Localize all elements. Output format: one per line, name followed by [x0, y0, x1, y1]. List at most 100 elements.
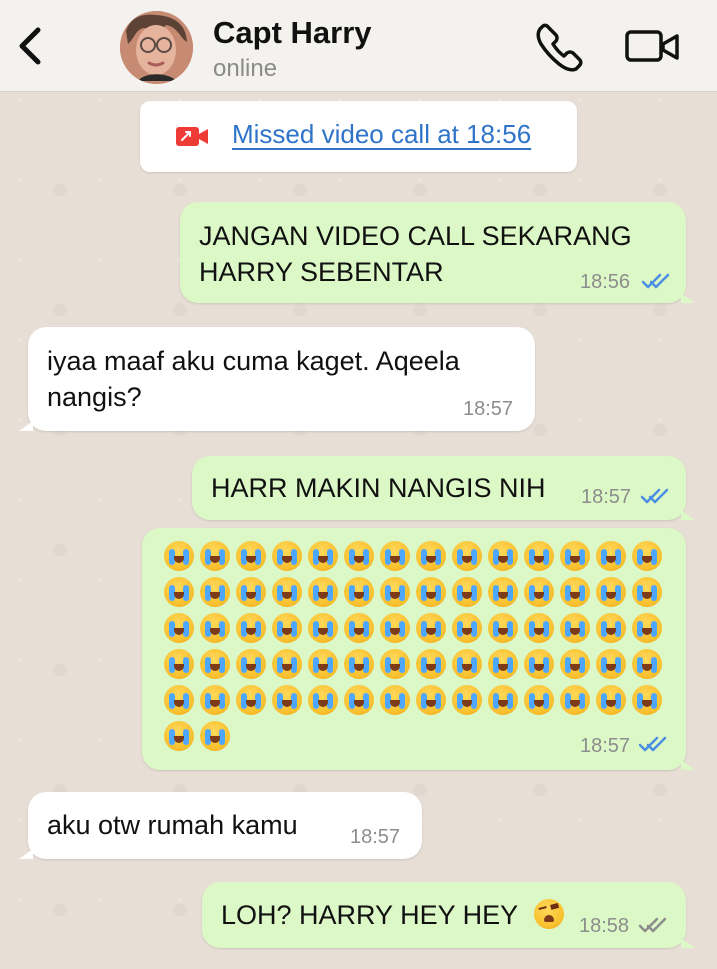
loudly-crying-face-emoji — [272, 541, 302, 571]
loudly-crying-face-emoji — [596, 613, 626, 643]
loudly-crying-face-emoji — [560, 577, 590, 607]
loudly-crying-face-emoji — [164, 577, 194, 607]
loudly-crying-face-emoji — [632, 685, 662, 715]
emoji-grid — [161, 538, 669, 754]
incoming-message-bubble[interactable]: aku otw rumah kamu 18:57 — [19, 792, 422, 859]
loudly-crying-face-emoji — [380, 649, 410, 679]
message-text: JANGAN VIDEO CALL SEKARANG HARRY SEBENTA… — [199, 221, 632, 287]
contact-status: online — [213, 55, 278, 82]
loudly-crying-face-emoji — [164, 685, 194, 715]
loudly-crying-face-emoji — [272, 685, 302, 715]
loudly-crying-face-emoji — [488, 649, 518, 679]
weary-face-emoji — [534, 899, 564, 929]
loudly-crying-face-emoji — [200, 721, 230, 751]
loudly-crying-face-emoji — [236, 613, 266, 643]
message-time: 18:57 — [580, 735, 631, 757]
loudly-crying-face-emoji — [596, 541, 626, 571]
loudly-crying-face-emoji — [524, 649, 554, 679]
loudly-crying-face-emoji — [236, 649, 266, 679]
loudly-crying-face-emoji — [416, 685, 446, 715]
bubble-tail — [19, 421, 33, 431]
loudly-crying-face-emoji — [344, 649, 374, 679]
loudly-crying-face-emoji — [308, 685, 338, 715]
read-receipt-icon — [640, 488, 669, 504]
outgoing-message-bubble[interactable]: HARR MAKIN NANGIS NIH 18:57 — [192, 456, 695, 520]
loudly-crying-face-emoji — [596, 685, 626, 715]
loudly-crying-face-emoji — [560, 649, 590, 679]
loudly-crying-face-emoji — [236, 685, 266, 715]
emoji-message-bubble[interactable]: 18:57 — [142, 528, 695, 770]
loudly-crying-face-emoji — [308, 577, 338, 607]
loudly-crying-face-emoji — [344, 685, 374, 715]
loudly-crying-face-emoji — [416, 577, 446, 607]
incoming-message-bubble[interactable]: iyaa maaf aku cuma kaget. Aqeela nangis?… — [19, 327, 535, 431]
loudly-crying-face-emoji — [488, 685, 518, 715]
video-call-button[interactable] — [622, 24, 682, 70]
loudly-crying-face-emoji — [344, 541, 374, 571]
avatar-image — [120, 11, 193, 84]
loudly-crying-face-emoji — [380, 541, 410, 571]
loudly-crying-face-emoji — [452, 613, 482, 643]
missed-video-call-icon — [176, 127, 208, 146]
loudly-crying-face-emoji — [416, 613, 446, 643]
loudly-crying-face-emoji — [200, 685, 230, 715]
loudly-crying-face-emoji — [488, 541, 518, 571]
bubble-tail — [681, 510, 695, 520]
chat-header: Capt Harry online — [0, 0, 717, 92]
loudly-crying-face-emoji — [272, 577, 302, 607]
loudly-crying-face-emoji — [380, 613, 410, 643]
bubble-tail — [681, 760, 695, 770]
loudly-crying-face-emoji — [272, 649, 302, 679]
back-button[interactable] — [10, 20, 50, 72]
loudly-crying-face-emoji — [452, 541, 482, 571]
loudly-crying-face-emoji — [524, 613, 554, 643]
chevron-left-icon — [19, 27, 41, 65]
loudly-crying-face-emoji — [164, 721, 194, 751]
loudly-crying-face-emoji — [452, 685, 482, 715]
voice-call-button[interactable] — [534, 20, 586, 72]
message-text: LOH? HARRY HEY HEY — [221, 900, 519, 930]
bubble-tail — [19, 849, 33, 859]
loudly-crying-face-emoji — [308, 649, 338, 679]
read-receipt-icon — [638, 736, 667, 752]
message-time: 18:57 — [350, 826, 401, 848]
loudly-crying-face-emoji — [380, 685, 410, 715]
loudly-crying-face-emoji — [632, 577, 662, 607]
loudly-crying-face-emoji — [308, 613, 338, 643]
loudly-crying-face-emoji — [200, 541, 230, 571]
loudly-crying-face-emoji — [416, 649, 446, 679]
loudly-crying-face-emoji — [200, 649, 230, 679]
loudly-crying-face-emoji — [344, 577, 374, 607]
loudly-crying-face-emoji — [200, 577, 230, 607]
loudly-crying-face-emoji — [200, 613, 230, 643]
outgoing-message-bubble[interactable]: LOH? HARRY HEY HEY 18:58 — [202, 882, 695, 948]
message-text: HARR MAKIN NANGIS NIH — [211, 473, 546, 503]
loudly-crying-face-emoji — [164, 541, 194, 571]
loudly-crying-face-emoji — [452, 577, 482, 607]
loudly-crying-face-emoji — [416, 541, 446, 571]
loudly-crying-face-emoji — [164, 613, 194, 643]
loudly-crying-face-emoji — [524, 685, 554, 715]
loudly-crying-face-emoji — [560, 613, 590, 643]
contact-name[interactable]: Capt Harry — [213, 15, 372, 51]
loudly-crying-face-emoji — [632, 649, 662, 679]
loudly-crying-face-emoji — [344, 613, 374, 643]
message-time: 18:57 — [463, 398, 514, 420]
loudly-crying-face-emoji — [380, 577, 410, 607]
missed-call-link[interactable]: Missed video call at 18:56 — [232, 119, 531, 150]
video-camera-icon — [625, 30, 679, 62]
loudly-crying-face-emoji — [308, 541, 338, 571]
loudly-crying-face-emoji — [488, 577, 518, 607]
outgoing-message-bubble[interactable]: JANGAN VIDEO CALL SEKARANG HARRY SEBENTA… — [180, 202, 695, 303]
bubble-tail — [681, 293, 695, 303]
delivered-receipt-icon — [638, 917, 667, 933]
missed-call-card[interactable]: Missed video call at 18:56 — [140, 101, 577, 172]
loudly-crying-face-emoji — [560, 685, 590, 715]
loudly-crying-face-emoji — [164, 649, 194, 679]
loudly-crying-face-emoji — [560, 541, 590, 571]
contact-avatar[interactable] — [120, 11, 193, 84]
message-time: 18:56 — [580, 271, 631, 293]
message-text: aku otw rumah kamu — [47, 810, 298, 840]
phone-icon — [536, 23, 583, 72]
message-time: 18:58 — [579, 915, 630, 937]
